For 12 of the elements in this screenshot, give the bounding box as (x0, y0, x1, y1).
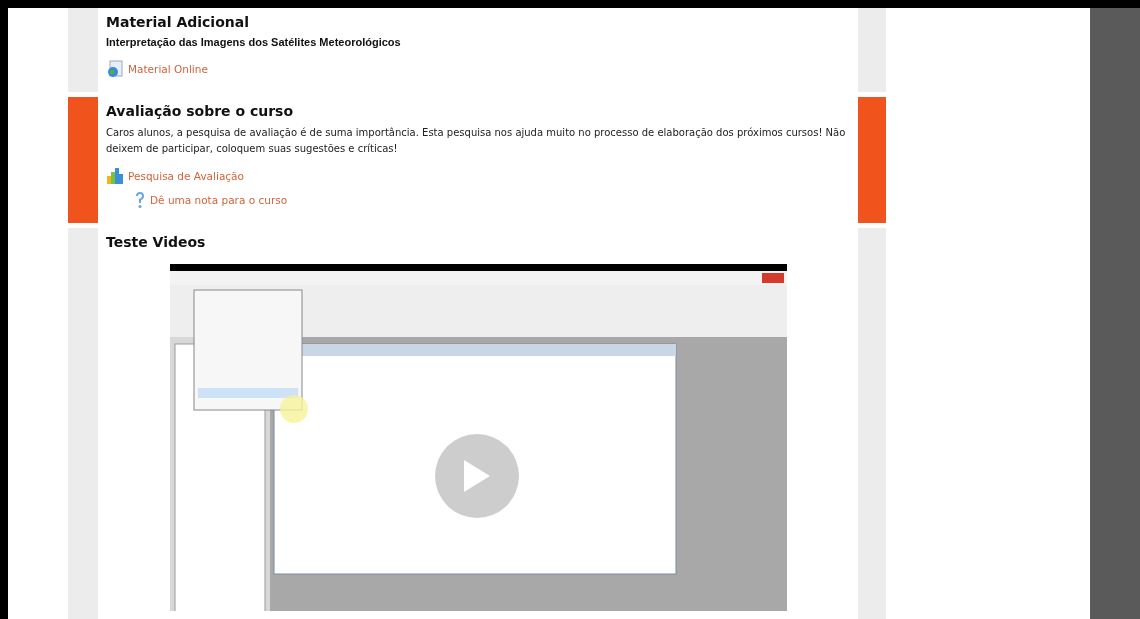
play-icon (462, 458, 492, 494)
section-subtitle: Interpretação das Imagens dos Satélites Meteorológicos (106, 36, 402, 48)
section-title: Avaliação sobre o curso (106, 103, 295, 119)
bar-chart-icon (106, 167, 124, 185)
resource-link[interactable]: Pesquisa de Avaliação (128, 170, 244, 182)
question-mark-icon (134, 191, 146, 209)
resource-link[interactable]: Dê uma nota para o curso (150, 194, 288, 206)
resource-link[interactable]: Material Online (128, 63, 208, 75)
section-text: Caros alunos, a pesquisa de avaliação é de suma importância. Esta pesquisa nos ajuda muito no processo de elaboração dos próximos cursos! Não deixem de participar, coloquem suas sugestões e críticas! (106, 126, 847, 156)
section-title: Teste Videos (106, 234, 207, 250)
document-globe-icon (106, 60, 124, 78)
section-title: Material Adicional (106, 14, 250, 30)
